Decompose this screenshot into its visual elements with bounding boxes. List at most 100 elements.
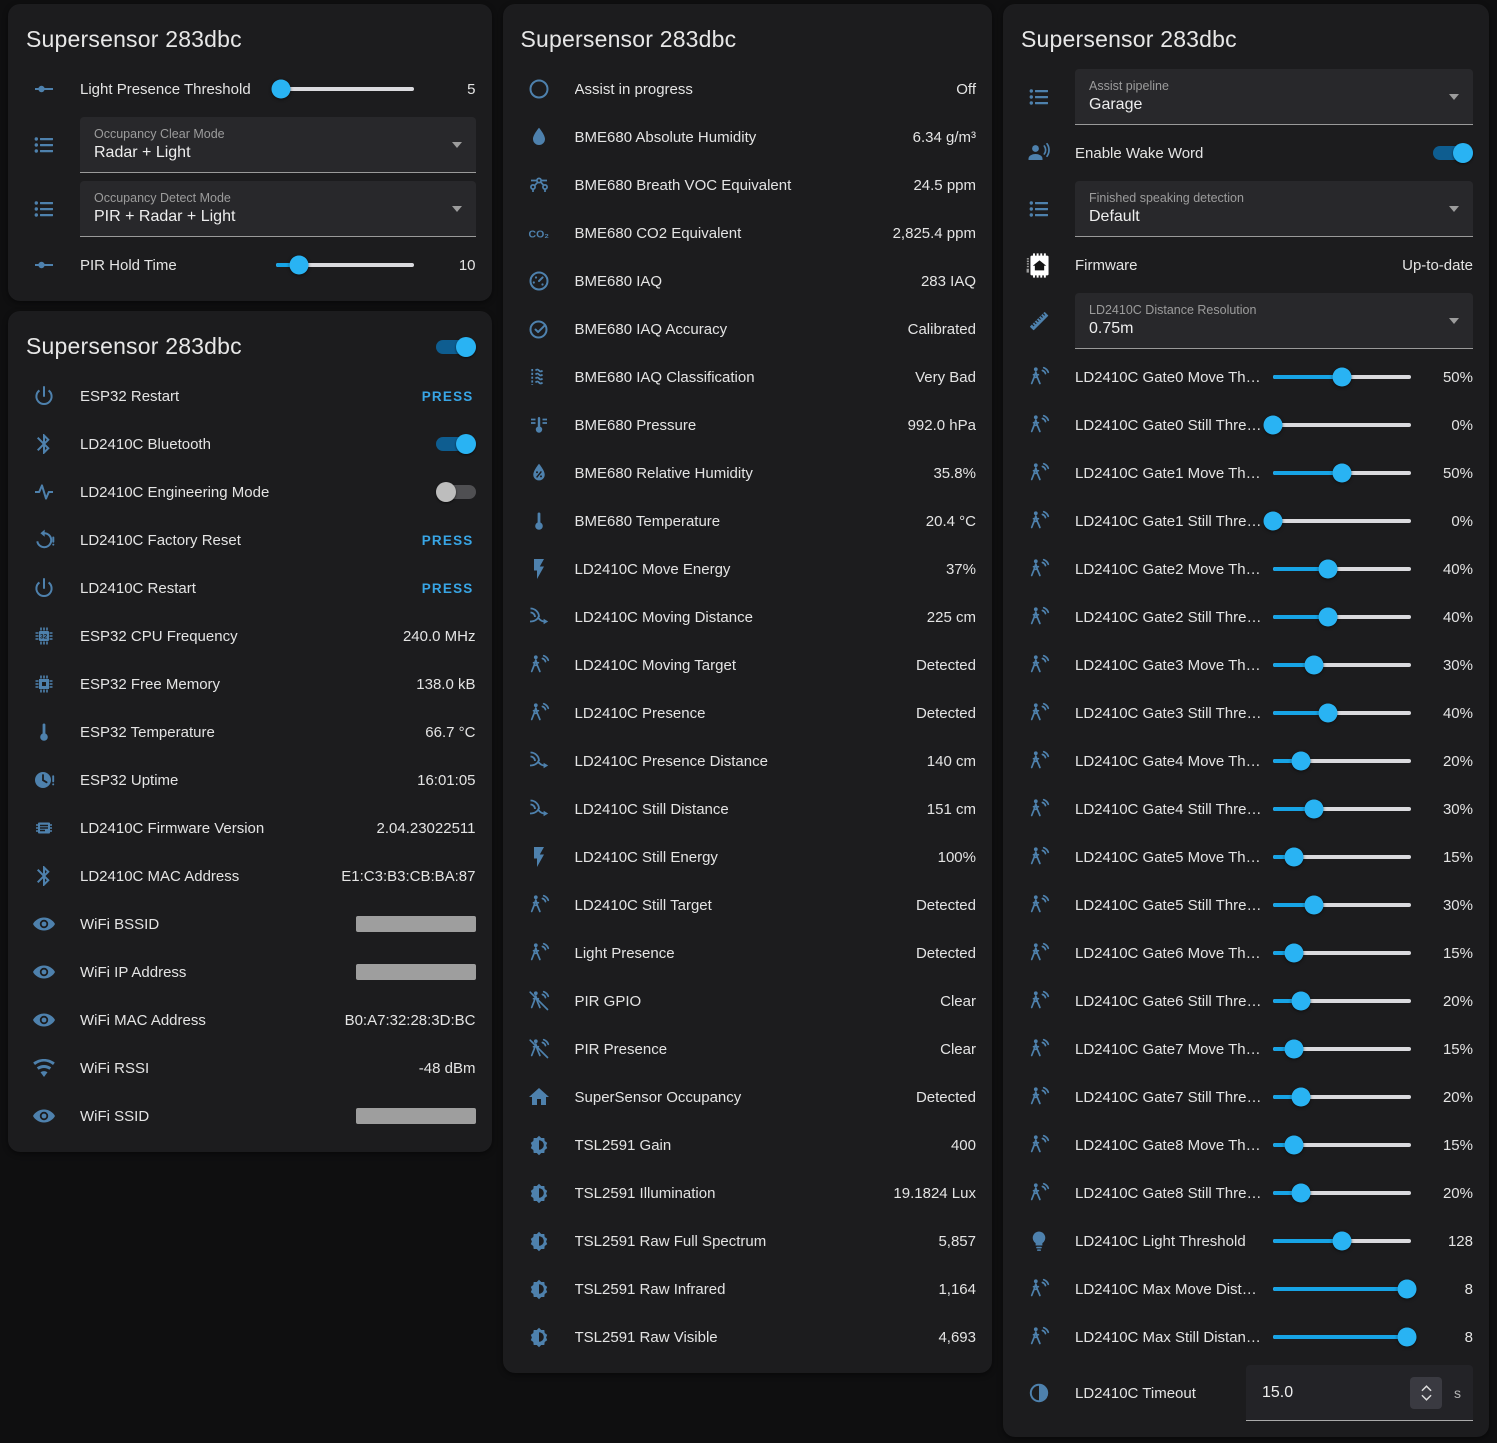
row-tsl2591-gain[interactable]: TSL2591 Gain400 <box>519 1121 977 1169</box>
row-ld2410c-still-distance[interactable]: LD2410C Still Distance151 cm <box>519 785 977 833</box>
slider-knob[interactable] <box>1319 608 1338 627</box>
row-tsl2591-raw-infrared[interactable]: TSL2591 Raw Infrared1,164 <box>519 1265 977 1313</box>
row-tsl2591-raw-full-spectrum[interactable]: TSL2591 Raw Full Spectrum5,857 <box>519 1217 977 1265</box>
row-bme680-co2-equivalent[interactable]: CO₂BME680 CO2 Equivalent2,825.4 ppm <box>519 209 977 257</box>
slider-ld2410c-gate4-move-thr[interactable] <box>1273 746 1411 776</box>
slider-ld2410c-gate8-still-thres[interactable] <box>1273 1178 1411 1208</box>
slider-knob[interactable] <box>1291 1088 1310 1107</box>
row-bme680-temperature[interactable]: BME680 Temperature20.4 °C <box>519 497 977 545</box>
slider-knob[interactable] <box>272 80 291 99</box>
row-bme680-relative-humidity[interactable]: BME680 Relative Humidity35.8% <box>519 449 977 497</box>
slider-knob[interactable] <box>1291 992 1310 1011</box>
slider-ld2410c-gate5-move-thr[interactable] <box>1273 842 1411 872</box>
row-ld2410c-presence[interactable]: LD2410C PresenceDetected <box>519 689 977 737</box>
slider-knob[interactable] <box>289 256 308 275</box>
slider-knob[interactable] <box>1284 944 1303 963</box>
row-assist-in-progress[interactable]: Assist in progressOff <box>519 65 977 113</box>
slider-knob[interactable] <box>1319 560 1338 579</box>
slider-ld2410c-gate4-still-thres[interactable] <box>1273 794 1411 824</box>
select-ld2410c-distance-resolution[interactable]: LD2410C Distance Resolution0.75m <box>1075 293 1473 349</box>
number-stepper[interactable] <box>1410 1377 1442 1409</box>
number-input[interactable]: 15.0s <box>1246 1365 1473 1421</box>
row-bme680-iaq-classification[interactable]: BME680 IAQ ClassificationVery Bad <box>519 353 977 401</box>
row-light-presence[interactable]: Light PresenceDetected <box>519 929 977 977</box>
press-button[interactable]: PRESS <box>420 389 476 404</box>
slider-knob[interactable] <box>1284 848 1303 867</box>
slider-knob[interactable] <box>1284 1136 1303 1155</box>
slider-ld2410c-gate1-still-thres[interactable] <box>1273 506 1411 536</box>
row-pir-presence[interactable]: PIR PresenceClear <box>519 1025 977 1073</box>
slider-pir-hold-time[interactable] <box>276 250 414 280</box>
slider-knob[interactable] <box>1305 896 1324 915</box>
row-wifi-mac-address[interactable]: WiFi MAC AddressB0:A7:32:28:3D:BC <box>24 996 476 1044</box>
select-occupancy-clear-mode[interactable]: Occupancy Clear ModeRadar + Light <box>80 117 476 173</box>
slider-knob[interactable] <box>1333 368 1352 387</box>
slider-ld2410c-gate6-still-thres[interactable] <box>1273 986 1411 1016</box>
slider-ld2410c-gate5-still-thres[interactable] <box>1273 890 1411 920</box>
slider-ld2410c-gate0-still-thres[interactable] <box>1273 410 1411 440</box>
row-bme680-pressure[interactable]: BME680 Pressure992.0 hPa <box>519 401 977 449</box>
slider-knob[interactable] <box>1284 1040 1303 1059</box>
slider-knob[interactable] <box>1305 656 1324 675</box>
row-value: 283 IAQ <box>921 273 976 290</box>
select-occupancy-detect-mode[interactable]: Occupancy Detect ModePIR + Radar + Light <box>80 181 476 237</box>
slider-ld2410c-gate3-move-thr[interactable] <box>1273 650 1411 680</box>
slider-ld2410c-gate7-move-thr[interactable] <box>1273 1034 1411 1064</box>
row-bme680-iaq[interactable]: BME680 IAQ283 IAQ <box>519 257 977 305</box>
slider-knob[interactable] <box>1333 1232 1352 1251</box>
slider-ld2410c-gate3-still-thres[interactable] <box>1273 698 1411 728</box>
row-ld2410c-still-target[interactable]: LD2410C Still TargetDetected <box>519 881 977 929</box>
slider-ld2410c-gate1-move-thr[interactable] <box>1273 458 1411 488</box>
press-button[interactable]: PRESS <box>420 581 476 596</box>
slider-ld2410c-gate0-move-thr[interactable] <box>1273 362 1411 392</box>
slider-light-presence-threshold[interactable] <box>276 74 414 104</box>
row-wifi-ip-address[interactable]: WiFi IP Address <box>24 948 476 996</box>
slider-knob[interactable] <box>1397 1328 1416 1347</box>
row-wifi-bssid[interactable]: WiFi BSSID <box>24 900 476 948</box>
toggle-ld2410c-engineering-mode[interactable] <box>436 482 476 502</box>
row-ld2410c-still-energy[interactable]: LD2410C Still Energy100% <box>519 833 977 881</box>
slider-knob[interactable] <box>1291 1184 1310 1203</box>
slider-knob[interactable] <box>1264 416 1283 435</box>
select-finished-speaking-detection[interactable]: Finished speaking detectionDefault <box>1075 181 1473 237</box>
row-esp32-free-memory[interactable]: ESP32 Free Memory138.0 kB <box>24 660 476 708</box>
row-tsl2591-raw-visible[interactable]: TSL2591 Raw Visible4,693 <box>519 1313 977 1361</box>
toggle-enable-wake-word[interactable] <box>1433 143 1473 163</box>
toggle-ld2410c-bluetooth[interactable] <box>436 434 476 454</box>
row-ld2410c-firmware-version[interactable]: LD2410C Firmware Version2.04.23022511 <box>24 804 476 852</box>
slider-knob[interactable] <box>1305 800 1324 819</box>
press-button[interactable]: PRESS <box>420 533 476 548</box>
row-ld2410c-moving-distance[interactable]: LD2410C Moving Distance225 cm <box>519 593 977 641</box>
row-bme680-absolute-humidity[interactable]: BME680 Absolute Humidity6.34 g/m³ <box>519 113 977 161</box>
slider-ld2410c-gate2-move-thr[interactable] <box>1273 554 1411 584</box>
row-tsl2591-illumination[interactable]: TSL2591 Illumination19.1824 Lux <box>519 1169 977 1217</box>
row-ld2410c-move-energy[interactable]: LD2410C Move Energy37% <box>519 545 977 593</box>
row-ld2410c-moving-target[interactable]: LD2410C Moving TargetDetected <box>519 641 977 689</box>
row-firmware[interactable]: FirmwareUp-to-date <box>1019 241 1473 289</box>
row-supersensor-occupancy[interactable]: SuperSensor OccupancyDetected <box>519 1073 977 1121</box>
slider-ld2410c-max-move-dista[interactable] <box>1273 1274 1411 1304</box>
slider-ld2410c-gate7-still-thres[interactable] <box>1273 1082 1411 1112</box>
row-ld2410c-presence-distance[interactable]: LD2410C Presence Distance140 cm <box>519 737 977 785</box>
card-power-toggle[interactable] <box>436 337 476 357</box>
row-bme680-iaq-accuracy[interactable]: BME680 IAQ AccuracyCalibrated <box>519 305 977 353</box>
row-esp32-uptime[interactable]: ESP32 Uptime16:01:05 <box>24 756 476 804</box>
slider-knob[interactable] <box>1319 704 1338 723</box>
slider-knob[interactable] <box>1333 464 1352 483</box>
slider-knob[interactable] <box>1397 1280 1416 1299</box>
select-assist-pipeline[interactable]: Assist pipelineGarage <box>1075 69 1473 125</box>
slider-knob[interactable] <box>1291 752 1310 771</box>
slider-ld2410c-light-threshold[interactable] <box>1273 1226 1411 1256</box>
slider-ld2410c-gate8-move-thr[interactable] <box>1273 1130 1411 1160</box>
row-wifi-ssid[interactable]: WiFi SSID <box>24 1092 476 1140</box>
row-pir-gpio[interactable]: PIR GPIOClear <box>519 977 977 1025</box>
row-ld2410c-mac-address[interactable]: LD2410C MAC AddressE1:C3:B3:CB:BA:87 <box>24 852 476 900</box>
slider-ld2410c-gate2-still-thres[interactable] <box>1273 602 1411 632</box>
row-wifi-rssi[interactable]: WiFi RSSI-48 dBm <box>24 1044 476 1092</box>
row-esp32-cpu-frequency[interactable]: 32ESP32 CPU Frequency240.0 MHz <box>24 612 476 660</box>
row-bme680-breath-voc-equivalent[interactable]: BME680 Breath VOC Equivalent24.5 ppm <box>519 161 977 209</box>
slider-ld2410c-max-still-distanc[interactable] <box>1273 1322 1411 1352</box>
row-esp32-temperature[interactable]: ESP32 Temperature66.7 °C <box>24 708 476 756</box>
slider-ld2410c-gate6-move-thr[interactable] <box>1273 938 1411 968</box>
slider-knob[interactable] <box>1264 512 1283 531</box>
